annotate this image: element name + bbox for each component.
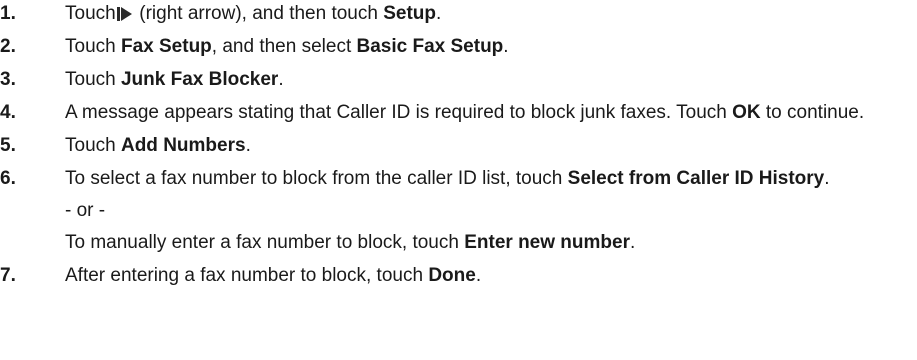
ok-label: OK <box>732 102 761 123</box>
or-separator: - or - <box>65 200 106 221</box>
fax-setup-label: Fax Setup <box>120 36 212 57</box>
step-text: To manually enter a fax number to block,… <box>65 232 465 253</box>
step-text: . <box>824 168 830 189</box>
step-2: 2. Touch Fax Setup, and then select Basi… <box>0 35 917 59</box>
step-text: Touch <box>65 36 121 57</box>
step-text: A message appears stating that Caller ID… <box>65 102 733 123</box>
step-6: 6. To select a fax number to block from … <box>0 167 917 255</box>
right-arrow-icon <box>116 7 132 21</box>
step-text: . <box>436 3 442 24</box>
step-text: . <box>629 232 636 253</box>
setup-label: Setup <box>383 3 437 24</box>
step-4: 4. A message appears stating that Caller… <box>0 101 917 125</box>
step-6-option-a: To select a fax number to block from the… <box>65 167 917 191</box>
step-3: 3. Touch Junk Fax Blocker. <box>0 68 917 92</box>
step-text: To select a fax number to block from the… <box>65 168 568 189</box>
step-number: 1. <box>0 3 16 24</box>
done-label: Done <box>428 265 476 286</box>
step-text: , and then select <box>211 36 357 57</box>
step-5: 5. Touch Add Numbers. <box>0 134 917 158</box>
step-number: 7. <box>0 265 16 286</box>
step-text: . <box>278 69 284 90</box>
step-text: . <box>503 36 509 57</box>
basic-fax-setup-label: Basic Fax Setup <box>356 36 504 57</box>
step-text: Touch <box>65 69 121 90</box>
step-6-option-b: To manually enter a fax number to block,… <box>65 231 917 255</box>
step-text: Touch <box>65 3 121 24</box>
add-numbers-label: Add Numbers <box>120 135 246 156</box>
steps-list: 1. Touch (right arrow), and then touch S… <box>0 2 917 288</box>
step-number: 4. <box>0 102 16 123</box>
step-7: 7. After entering a fax number to block,… <box>0 264 917 288</box>
step-number: 6. <box>0 168 16 189</box>
step-number: 2. <box>0 36 16 57</box>
instruction-document: 1. Touch (right arrow), and then touch S… <box>0 0 917 288</box>
enter-new-number-label: Enter new number <box>464 232 630 253</box>
step-text: After entering a fax number to block, to… <box>65 265 429 286</box>
step-text: . <box>475 265 482 286</box>
step-text: Touch <box>65 135 121 156</box>
step-text: (right arrow), and then touch <box>133 3 384 24</box>
step-1: 1. Touch (right arrow), and then touch S… <box>0 2 917 26</box>
step-number: 5. <box>0 135 16 156</box>
step-text: to continue. <box>760 102 865 123</box>
step-text: . <box>245 135 251 156</box>
junk-fax-blocker-label: Junk Fax Blocker <box>120 69 279 90</box>
select-from-caller-id-history-label: Select from Caller ID History <box>567 168 825 189</box>
step-number: 3. <box>0 69 16 90</box>
